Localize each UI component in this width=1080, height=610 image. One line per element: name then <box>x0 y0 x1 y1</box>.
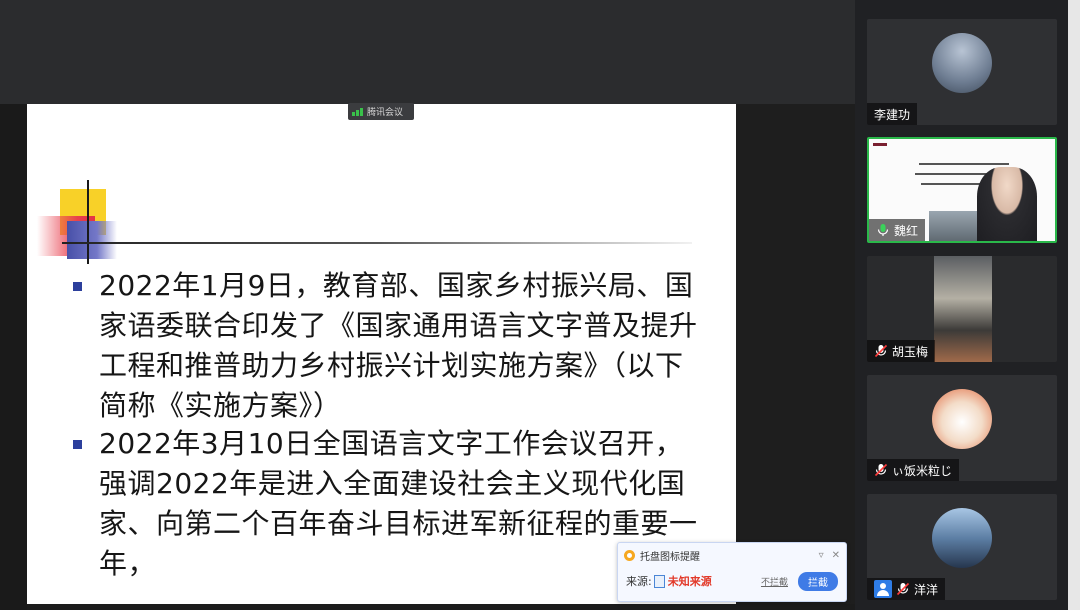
block-button[interactable]: 拦截 <box>798 571 838 591</box>
document-icon <box>653 574 665 588</box>
participant-name: 魏红 <box>894 223 919 238</box>
meeting-signal-badge[interactable]: 腾讯会议 <box>348 103 414 120</box>
participant-tile[interactable]: 李建功 <box>867 19 1057 125</box>
participant-name: 李建功 <box>874 107 911 122</box>
source-label: 来源: <box>626 575 652 588</box>
slide-blue-square <box>67 221 117 259</box>
participant-name-tag: 李建功 <box>867 103 918 125</box>
top-band <box>0 0 855 104</box>
security-logo-icon <box>624 549 635 561</box>
slide-vertical-rule <box>87 180 89 264</box>
mic-muted-icon <box>874 344 888 358</box>
tray-icon-alert-popup: 托盘图标提醒 ▿ ✕ 来源: 未知来源 不拦截 拦截 <box>617 542 847 602</box>
participant-name-tag: 胡玉梅 <box>867 340 936 362</box>
participant-tile[interactable]: ぃ饭米粒じ <box>867 375 1057 481</box>
participant-name-tag: ぃ饭米粒じ <box>867 459 960 481</box>
popup-close-icon[interactable]: ✕ <box>832 550 840 561</box>
signal-bars-icon <box>352 107 363 116</box>
source-value: 未知来源 <box>667 575 712 588</box>
mic-on-icon <box>877 224 889 236</box>
participant-video <box>934 256 992 362</box>
participant-name: ぃ饭米粒じ <box>892 463 953 478</box>
participant-tile[interactable]: 洋洋 <box>867 494 1057 600</box>
mic-muted-icon <box>874 463 888 477</box>
slide-bullet-2: 2022年3月10日全国语言文字工作会议召开，强调2022年是进入全面建设社会主… <box>73 424 709 584</box>
avatar <box>932 33 992 93</box>
window-right-edge <box>1068 0 1080 610</box>
square-bullet-icon <box>73 282 82 291</box>
participant-name-tag: 魏红 <box>869 219 926 241</box>
participant-sidebar: 李建功 魏红 胡玉梅 ぃ饭米粒じ 洋洋 <box>855 0 1080 610</box>
slide-horizontal-rule <box>62 242 692 244</box>
mic-muted-icon <box>896 582 910 596</box>
shared-slide: 2022年1月9日，教育部、国家乡村振兴局、国家语委联合印发了《国家通用语言文字… <box>27 104 736 607</box>
host-user-icon <box>874 580 892 598</box>
avatar <box>932 389 992 449</box>
slide-bullet-1: 2022年1月9日，教育部、国家乡村振兴局、国家语委联合印发了《国家通用语言文字… <box>73 266 709 426</box>
left-edge <box>0 104 27 610</box>
participant-name: 胡玉梅 <box>892 344 929 359</box>
popup-menu-icon[interactable]: ▿ <box>819 550 824 561</box>
popup-title: 托盘图标提醒 <box>640 551 700 563</box>
participant-name: 洋洋 <box>914 582 939 597</box>
popup-header: 托盘图标提醒 ▿ ✕ <box>618 543 846 567</box>
speaker-video <box>977 167 1037 241</box>
bottom-band <box>27 604 855 610</box>
popup-source-row: 来源: 未知来源 不拦截 拦截 <box>618 567 846 595</box>
participant-tile-speaking[interactable]: 魏红 <box>867 137 1057 243</box>
participant-name-tag: 洋洋 <box>867 578 946 600</box>
square-bullet-icon <box>73 440 82 449</box>
meeting-app-label: 腾讯会议 <box>367 108 404 118</box>
slide-bullet-text: 2022年1月9日，教育部、国家乡村振兴局、国家语委联合印发了《国家通用语言文字… <box>99 269 698 422</box>
no-block-link[interactable]: 不拦截 <box>761 575 788 588</box>
participant-tile[interactable]: 胡玉梅 <box>867 256 1057 362</box>
avatar <box>932 508 992 568</box>
